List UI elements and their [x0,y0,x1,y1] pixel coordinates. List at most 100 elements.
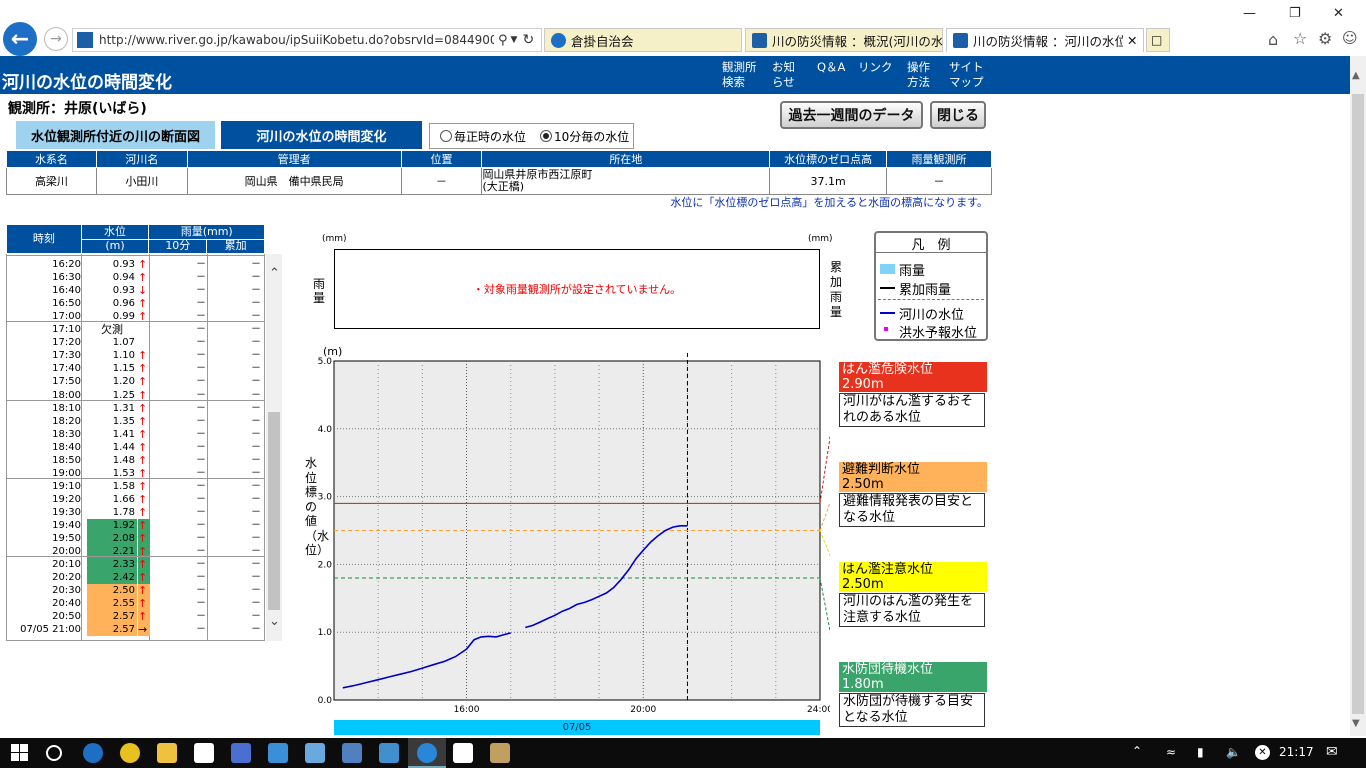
row-level: 1.07 [112,337,135,349]
volume-muted-icon[interactable]: 🔈 [1226,745,1241,759]
close-button[interactable]: 閉じる [930,101,986,129]
row-time: 17:20 [52,337,81,349]
td-position: － [400,167,483,195]
chrome-icon[interactable] [120,743,140,763]
scroll-up-icon[interactable]: ▲ [1352,70,1360,81]
row-level: 1.15 [112,363,135,375]
new-tab-button[interactable]: □ [1146,28,1170,52]
close-circle-icon[interactable]: ✕ [1255,745,1270,760]
table-row: 18:30 1.41 ↑ － － [6,428,265,441]
dropdown-icon[interactable]: ▼ [511,35,518,45]
nav-help[interactable]: 操作 方法 [907,60,930,90]
ie-taskbar-button[interactable] [408,738,446,768]
row-time: 18:10 [52,402,81,414]
row-time: 20:10 [52,559,81,571]
row-rain-cum: － [251,598,261,610]
row-level: 2.08 [87,532,137,546]
row-time: 19:30 [52,506,81,518]
row-rain-10: － [196,598,206,610]
nav-qa[interactable]: Q＆A [817,60,845,75]
address-url[interactable]: http://www.river.go.jp/kawabou/ipSuiiKob… [99,33,494,47]
row-rain-10: － [196,611,206,623]
close-tab-icon[interactable]: ✕ [1127,33,1137,48]
close-window-icon[interactable]: ✕ [1333,6,1344,21]
app-icon[interactable] [231,743,251,763]
past-week-button[interactable]: 過去一週間のデータ [780,101,923,129]
row-level: 1.66 [112,493,135,505]
wifi-icon[interactable]: ≈ [1166,745,1176,759]
back-arrow-icon[interactable]: ← [3,22,37,56]
app-icon[interactable] [305,743,325,763]
folder-icon[interactable] [157,743,177,763]
row-rain-10: － [196,559,206,571]
site-favicon-icon [77,32,93,48]
app-icon[interactable] [379,743,399,763]
page-scrollbar[interactable]: ▲ ▼ [1350,56,1366,736]
table-scrollbar-thumb[interactable] [268,412,280,610]
search-icon[interactable]: ⚲ [498,33,508,48]
scrollbar-thumb[interactable] [1352,94,1364,714]
th-level-unit: (m) [80,238,150,254]
row-group-divider [6,399,265,401]
forward-arrow-icon[interactable]: → [44,27,68,51]
chevron-down-icon[interactable]: ⌄ [269,614,280,629]
chevron-up-icon[interactable]: ⌃ [1132,744,1142,758]
level-caution-value: 2.50m [842,577,884,592]
table-scrollbar[interactable]: ⌃ ⌄ [266,254,282,641]
refresh-icon[interactable]: ↻ [522,32,534,48]
row-trend: ↑ [138,349,148,363]
ie-icon [417,743,437,763]
new-tab-icon: □ [1151,33,1163,47]
address-bar[interactable]: http://www.river.go.jp/kawabou/ipSuiiKob… [72,28,542,52]
nav-station-search[interactable]: 観測所 検索 [722,60,757,90]
radio-hourly[interactable] [440,130,452,142]
notes-icon[interactable] [453,743,473,763]
row-time: 18:50 [52,454,81,466]
store-icon[interactable] [194,743,214,763]
nav-news[interactable]: お知 らせ [772,60,795,90]
nav-links[interactable]: リンク [858,60,893,75]
th-zero-height: 水位標のゼロ点高 [769,150,888,168]
mail-icon[interactable] [268,743,288,763]
computer-icon[interactable] [342,743,362,763]
level-caution-box: はん濫注意水位 2.50m [839,562,987,592]
search-circle-icon[interactable] [46,745,62,761]
row-rain-cum: － [251,272,261,284]
battery-icon[interactable]: ▮ [1197,745,1204,759]
row-time: 20:20 [52,572,81,584]
row-level: 2.55 [87,597,137,611]
legend-level-swatch [880,312,895,314]
table-row: 19:10 1.58 ↑ － － [6,480,265,493]
row-level: 2.57 [87,610,137,624]
chevron-up-icon[interactable]: ⌃ [269,266,280,281]
favorites-star-icon[interactable]: ☆ [1293,29,1307,48]
smiley-icon[interactable]: ☺ [1342,29,1358,47]
minimize-icon[interactable]: — [1243,6,1256,21]
table-row: 16:30 0.94 ↑ － － [6,271,265,284]
tab-3[interactable]: 川の防災情報 ：河川の水位... ✕ [946,28,1144,52]
nav-sitemap[interactable]: サイト マップ [949,60,984,90]
tab-2[interactable]: 川の防災情報 ：概況(河川の水... [745,28,943,52]
gear-icon[interactable]: ⚙ [1318,29,1332,48]
radio-10min[interactable] [540,130,553,142]
threshold-connector [819,501,830,531]
site-favicon-icon [953,33,968,48]
tab-cross-section[interactable]: 水位観測所付近の川の断面図 [16,121,215,149]
windows-start-icon[interactable] [11,744,28,761]
row-level: 1.92 [87,519,137,532]
row-level: 1.44 [112,441,135,453]
legend-forecast: 洪水予報水位 [899,326,978,341]
tab-time-change[interactable]: 河川の水位の時間変化 [221,121,422,149]
browser-chrome: ← → http://www.river.go.jp/kawabou/ipSui… [0,0,1366,56]
tab-1[interactable]: 倉掛自治会 [544,28,742,52]
notification-icon[interactable]: ✉ [1326,744,1338,760]
home-icon[interactable]: ⌂ [1268,30,1278,49]
row-trend: ↑ [138,271,148,285]
row-trend: ↑ [138,362,148,376]
paint-icon[interactable] [490,743,510,763]
table-row: 20:50 2.57 ↑ － － [6,610,265,624]
scroll-down-icon[interactable]: ▼ [1352,718,1360,729]
edge-icon[interactable] [83,743,103,763]
restore-icon[interactable]: ❐ [1289,6,1301,21]
th-rain-10: 10分 [148,238,208,254]
